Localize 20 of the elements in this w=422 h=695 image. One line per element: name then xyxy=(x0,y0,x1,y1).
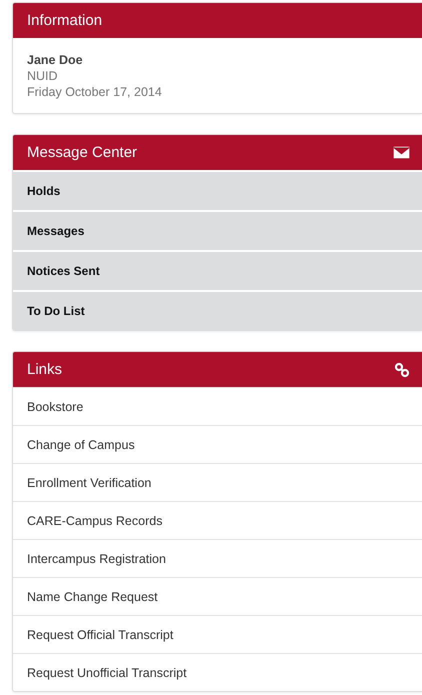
message-item[interactable]: To Do List xyxy=(13,290,422,330)
panel-title: Links xyxy=(27,361,62,378)
id-label: NUID xyxy=(27,69,59,83)
link-item[interactable]: Change of Campus xyxy=(13,425,422,463)
link-item[interactable]: Intercampus Registration xyxy=(13,539,422,577)
link-item[interactable]: Enrollment Verification xyxy=(13,463,422,501)
link-item[interactable]: Bookstore xyxy=(13,387,422,425)
student-name: Jane Doe xyxy=(27,53,84,67)
panel-title: Message Center xyxy=(27,144,138,161)
link-item[interactable]: CARE-Campus Records xyxy=(13,501,422,539)
link-item[interactable]: Request Official Transcript xyxy=(13,615,422,653)
message-item[interactable]: Holds xyxy=(13,170,422,210)
message-item[interactable]: Messages xyxy=(13,210,422,250)
mail-icon xyxy=(393,146,410,159)
date-text: Friday October 17, 2014 xyxy=(27,85,163,99)
link-icon xyxy=(394,362,410,378)
link-item[interactable]: Request Unofficial Transcript xyxy=(13,653,422,691)
message-item[interactable]: Notices Sent xyxy=(13,250,422,290)
panel-title: Information xyxy=(27,12,102,29)
link-item[interactable]: Name Change Request xyxy=(13,577,422,615)
